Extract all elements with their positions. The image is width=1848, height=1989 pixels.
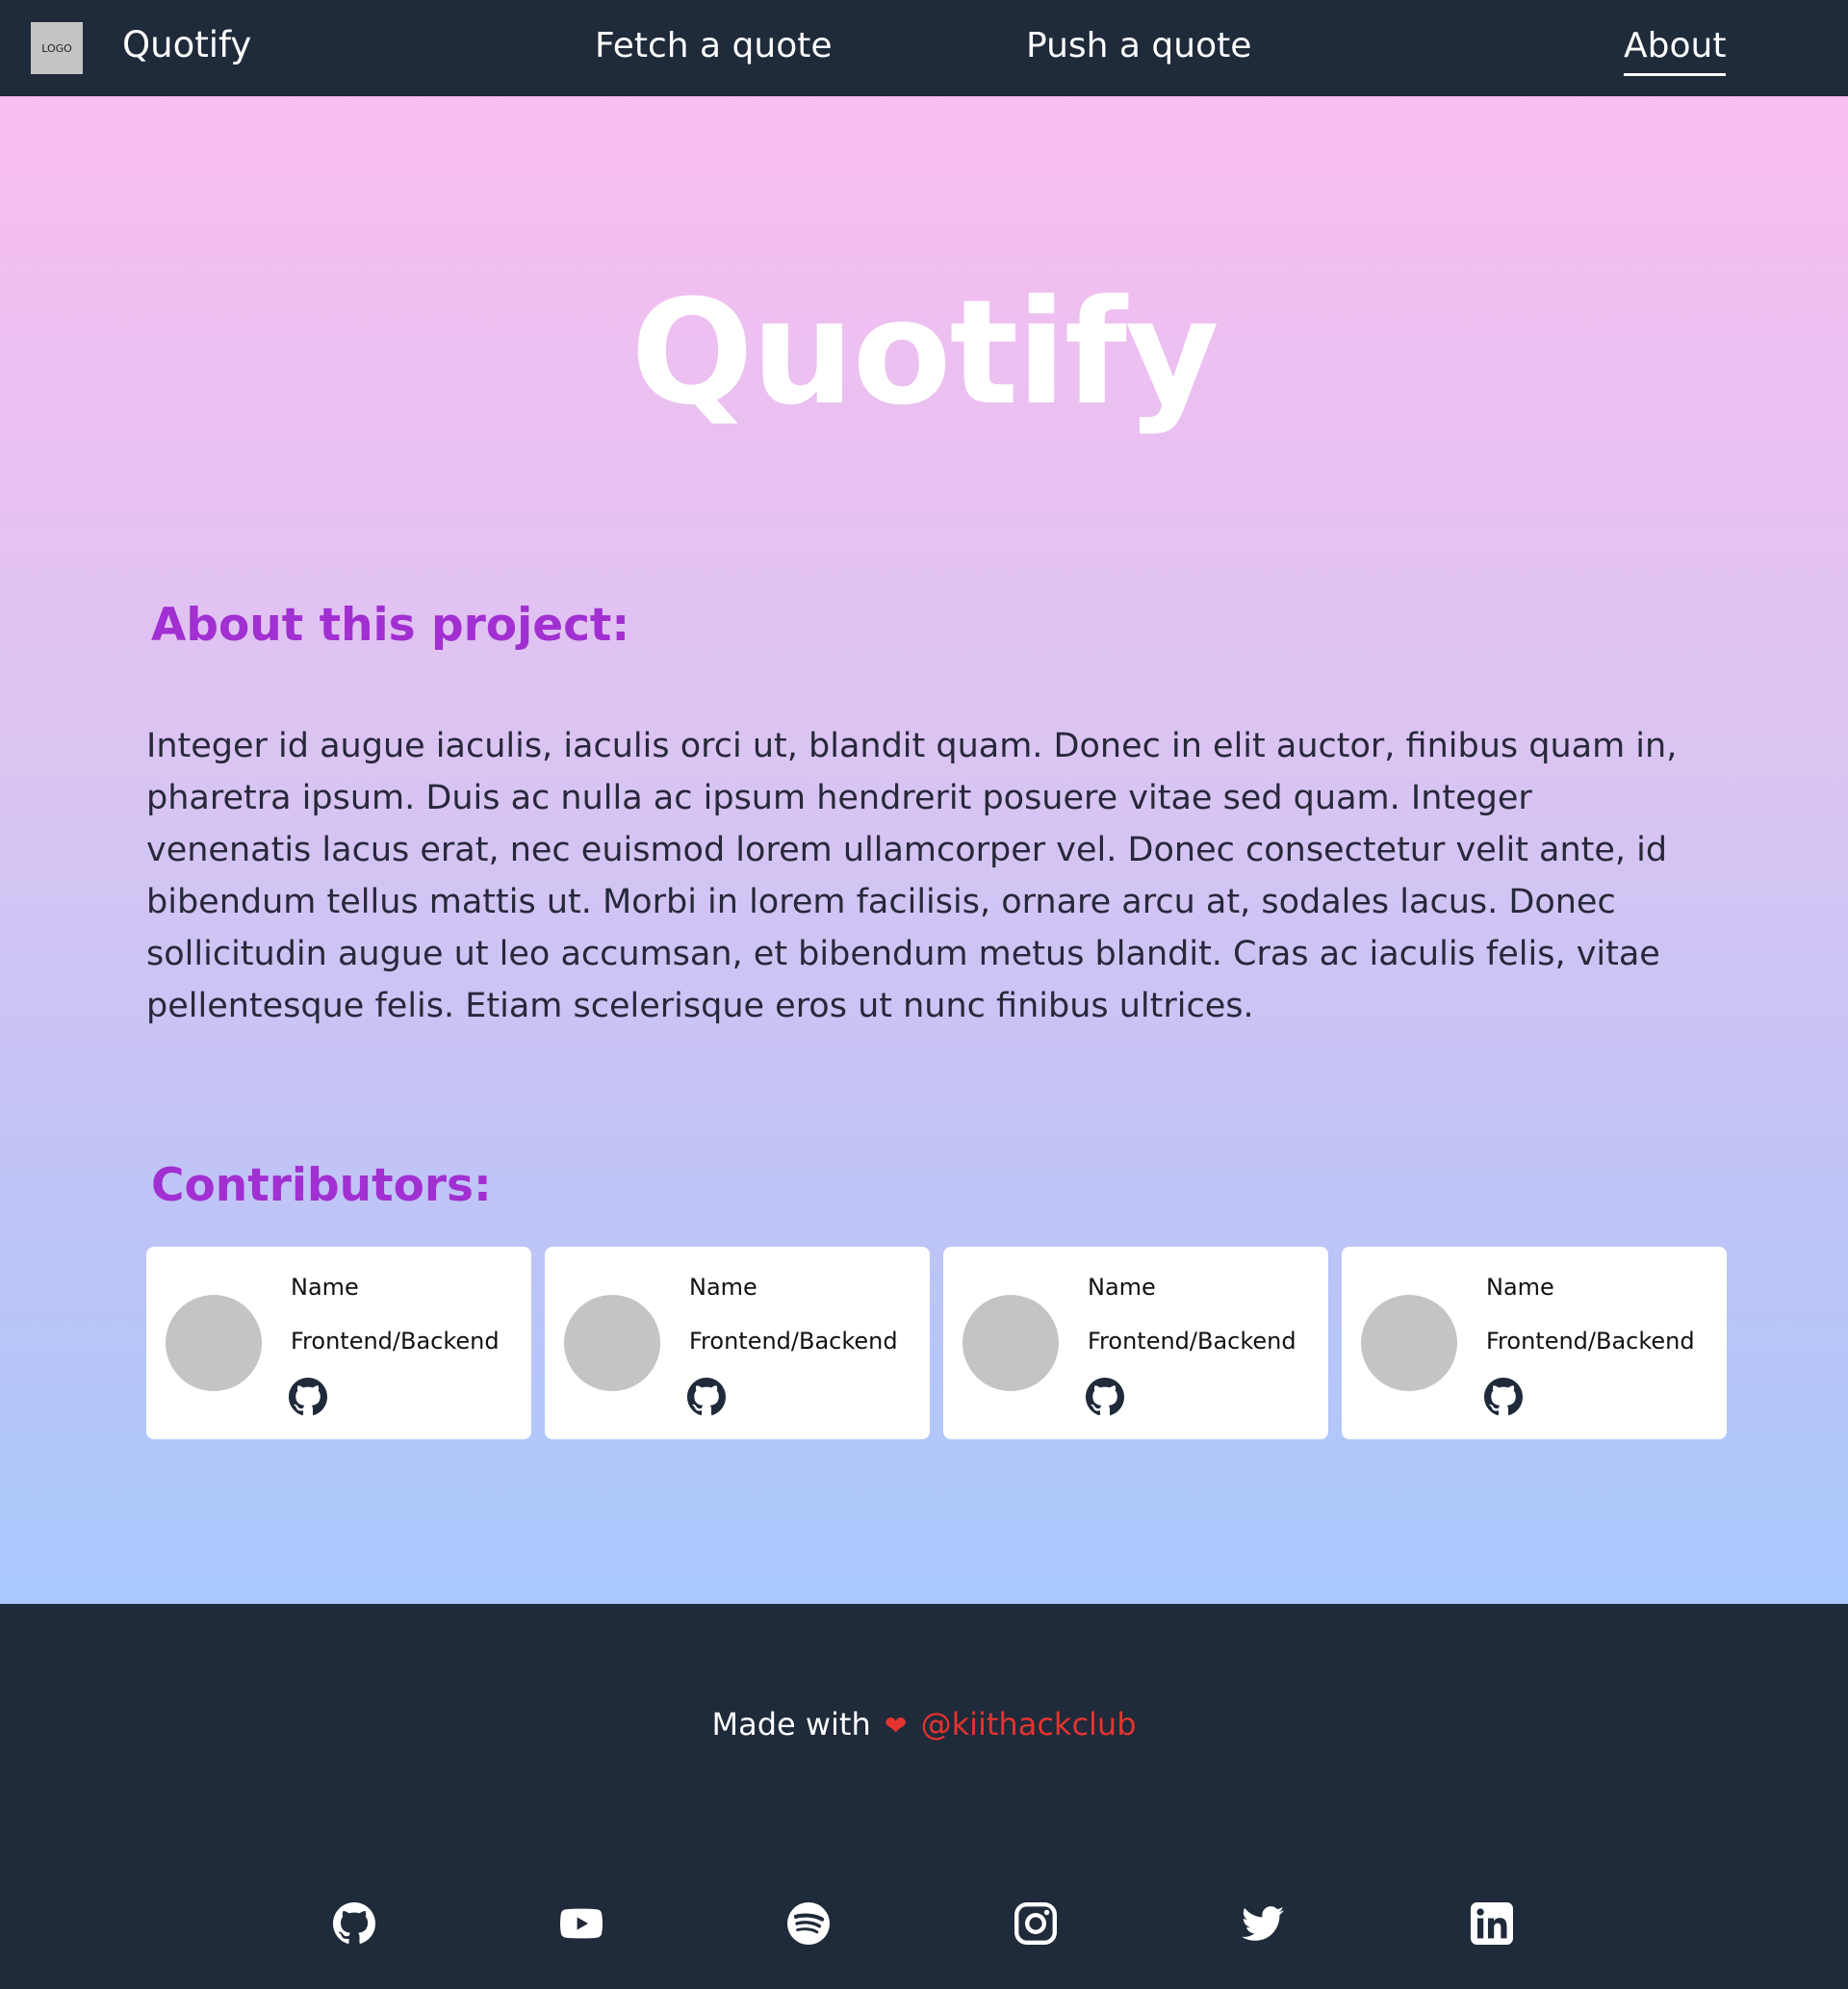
brand-name[interactable]: Quotify xyxy=(122,24,251,65)
contributor-cards: Name Frontend/Backend Name Frontend/Back… xyxy=(146,1247,1728,1439)
github-icon[interactable] xyxy=(687,1378,726,1416)
instagram-icon[interactable] xyxy=(1014,1902,1057,1945)
contributor-role: Frontend/Backend xyxy=(291,1328,500,1355)
avatar xyxy=(1361,1295,1457,1391)
contributor-name: Name xyxy=(291,1274,359,1301)
avatar xyxy=(564,1295,660,1391)
github-icon[interactable] xyxy=(1086,1378,1124,1416)
club-link[interactable]: @kiithackclub xyxy=(921,1706,1137,1743)
youtube-icon[interactable] xyxy=(559,1902,603,1945)
footer: Made with ❤ @kiithackclub xyxy=(0,1604,1848,1989)
linkedin-icon[interactable] xyxy=(1471,1902,1513,1945)
navbar: LOGO Quotify Fetch a quote Push a quote … xyxy=(0,0,1848,96)
twitter-icon[interactable] xyxy=(1242,1902,1284,1945)
contributor-card: Name Frontend/Backend xyxy=(146,1247,531,1439)
contributor-card: Name Frontend/Backend xyxy=(943,1247,1328,1439)
contributor-card: Name Frontend/Backend xyxy=(1342,1247,1727,1439)
spotify-icon[interactable] xyxy=(787,1902,830,1945)
contributor-role: Frontend/Backend xyxy=(1088,1328,1296,1355)
avatar xyxy=(166,1295,262,1391)
github-icon[interactable] xyxy=(1484,1378,1523,1416)
heart-icon: ❤ xyxy=(884,1710,908,1742)
made-with-line: Made with ❤ @kiithackclub xyxy=(0,1706,1848,1743)
about-text: Integer id augue iaculis, iaculis orci u… xyxy=(146,727,1678,1025)
contributor-role: Frontend/Backend xyxy=(1486,1328,1695,1355)
hero-title: Quotify xyxy=(630,270,1219,437)
contributors-heading: Contributors: xyxy=(151,1159,492,1212)
nav-link-push-quote[interactable]: Push a quote xyxy=(1026,26,1251,65)
about-heading: About this project: xyxy=(151,599,630,652)
logo[interactable]: LOGO xyxy=(31,22,83,74)
contributor-card: Name Frontend/Backend xyxy=(545,1247,930,1439)
contributor-role: Frontend/Backend xyxy=(689,1328,898,1355)
github-icon[interactable] xyxy=(289,1378,327,1416)
nav-link-about[interactable]: About xyxy=(1624,26,1727,76)
main-content: Quotify About this project: Integer id a… xyxy=(0,96,1848,1604)
avatar xyxy=(962,1295,1059,1391)
contributor-name: Name xyxy=(1486,1274,1554,1301)
github-icon[interactable] xyxy=(333,1902,375,1945)
made-with-text: Made with xyxy=(711,1706,871,1743)
nav-link-fetch-quote[interactable]: Fetch a quote xyxy=(595,26,833,65)
contributor-name: Name xyxy=(689,1274,757,1301)
contributor-name: Name xyxy=(1088,1274,1156,1301)
